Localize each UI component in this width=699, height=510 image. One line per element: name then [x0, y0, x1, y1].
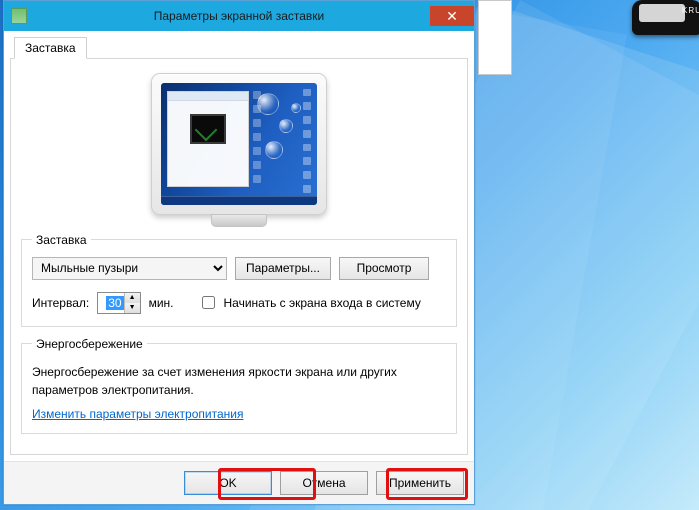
dialog-client-area: Заставка — [4, 31, 474, 461]
preview-monitor — [151, 73, 327, 215]
preview-mini-window — [167, 91, 249, 187]
apply-button[interactable]: Применить — [376, 471, 464, 495]
app-icon — [11, 8, 27, 24]
close-button[interactable]: ✕ — [430, 6, 474, 26]
interval-spinner[interactable]: 30 ▲ ▼ — [97, 292, 140, 314]
interval-value[interactable]: 30 — [106, 296, 123, 310]
interval-label: Интервал: — [32, 296, 89, 310]
camera-brand-label: KRU — [682, 6, 699, 15]
energy-legend: Энергосбережение — [32, 337, 147, 351]
titlebar[interactable]: Параметры экранной заставки ✕ — [4, 1, 474, 31]
window-title: Параметры экранной заставки — [4, 9, 474, 23]
cancel-button[interactable]: Отмена — [280, 471, 368, 495]
spinner-down-button[interactable]: ▼ — [125, 303, 140, 313]
background-window-fragment — [478, 0, 512, 75]
tab-screensaver[interactable]: Заставка — [14, 37, 87, 59]
ok-button[interactable]: OK — [184, 471, 272, 495]
tab-body: Заставка Мыльные пузыри Параметры... Про… — [10, 59, 468, 455]
resume-checkbox-label[interactable]: Начинать с экрана входа в систему — [198, 293, 421, 312]
screensaver-group: Заставка Мыльные пузыри Параметры... Про… — [21, 233, 457, 327]
camera-object: KRU — [627, 0, 699, 45]
settings-button[interactable]: Параметры... — [235, 257, 331, 280]
energy-group: Энергосбережение Энергосбережение за сче… — [21, 337, 457, 434]
resume-checkbox[interactable] — [202, 296, 215, 309]
tab-label: Заставка — [25, 41, 76, 55]
energy-text: Энергосбережение за счет изменения яркос… — [32, 363, 446, 399]
spinner-up-button[interactable]: ▲ — [125, 293, 140, 303]
preview-area — [21, 67, 457, 233]
tab-strip: Заставка — [10, 35, 468, 59]
screensaver-settings-dialog: Параметры экранной заставки ✕ Заставка — [3, 0, 475, 505]
resume-checkbox-text: Начинать с экрана входа в систему — [224, 296, 421, 310]
screensaver-legend: Заставка — [32, 233, 91, 247]
interval-unit: мин. — [149, 296, 174, 310]
dialog-button-row: OK Отмена Применить — [4, 461, 474, 504]
preview-screen — [161, 83, 317, 205]
preview-button[interactable]: Просмотр — [339, 257, 429, 280]
screensaver-select[interactable]: Мыльные пузыри — [32, 257, 227, 280]
close-icon: ✕ — [446, 9, 458, 23]
power-settings-link[interactable]: Изменить параметры электропитания — [32, 407, 243, 421]
